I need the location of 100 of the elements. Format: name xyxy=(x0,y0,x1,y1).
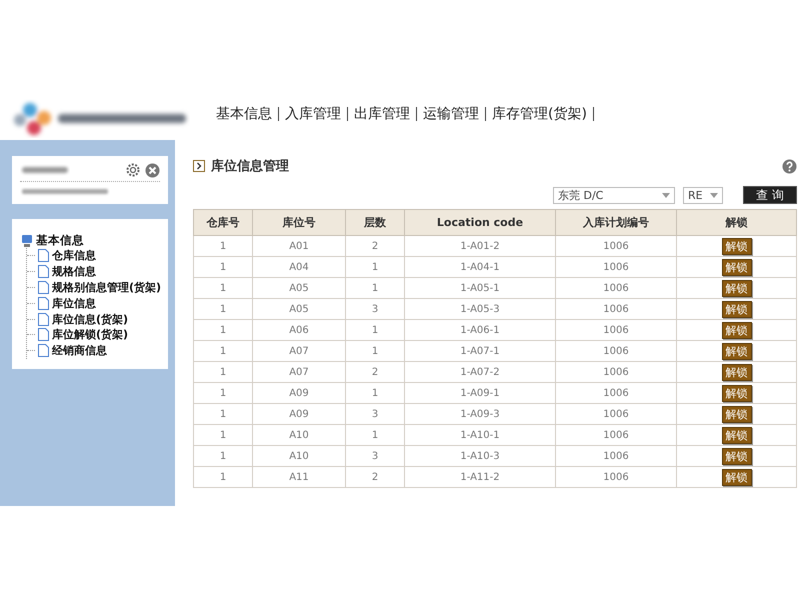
column-header: 解锁 xyxy=(676,210,796,236)
table-cell: 1006 xyxy=(556,446,676,466)
caret-icon xyxy=(662,192,670,198)
nav-link[interactable]: 库存管理(货架) xyxy=(486,104,593,122)
blurred-user-name xyxy=(20,164,70,176)
document-icon xyxy=(38,249,49,262)
table-cell: 1006 xyxy=(556,320,676,340)
table-cell: 1 xyxy=(194,446,252,466)
unlock-button[interactable]: 解锁 xyxy=(722,342,752,360)
table-cell: 1-A04-1 xyxy=(404,256,556,278)
table-cell: A07 xyxy=(252,340,346,362)
document-icon xyxy=(38,344,49,358)
table-cell: 1 xyxy=(346,424,404,446)
tree-item[interactable]: 库位信息(货架) xyxy=(52,312,128,327)
table-cell: 1-A10-1 xyxy=(404,424,556,446)
close-icon[interactable] xyxy=(145,162,160,178)
table-cell: 1 xyxy=(194,382,252,404)
table-cell: A09 xyxy=(252,382,346,404)
query-button[interactable]: 查 询 xyxy=(743,186,797,204)
table-cell: 1 xyxy=(346,256,404,278)
table-cell: 1-A07-1 xyxy=(404,340,556,362)
table-cell: 1-A11-2 xyxy=(404,466,556,488)
table-cell: 1-A10-3 xyxy=(404,446,556,466)
table-cell: 1-A01-2 xyxy=(404,236,556,256)
table-cell: A10 xyxy=(252,446,346,466)
nav-link[interactable]: 出库管理 xyxy=(348,104,416,122)
nav-link[interactable]: 基本信息 xyxy=(210,104,278,122)
unlock-button[interactable]: 解锁 xyxy=(722,426,752,444)
document-icon xyxy=(38,265,49,278)
document-icon xyxy=(38,328,49,342)
document-icon xyxy=(38,280,49,294)
tree-item[interactable]: 基本信息 xyxy=(36,233,84,248)
document-icon xyxy=(38,296,49,310)
type-dropdown[interactable]: RE xyxy=(683,186,723,204)
table-cell: 1-A09-3 xyxy=(404,404,556,424)
table-cell: A07 xyxy=(252,362,346,382)
tree-item[interactable]: 库位信息 xyxy=(52,296,96,311)
table-cell: 1006 xyxy=(556,362,676,382)
table-cell: A05 xyxy=(252,298,346,320)
table-cell: A05 xyxy=(252,278,346,298)
caret-icon xyxy=(710,192,718,198)
table-cell: 1-A07-2 xyxy=(404,362,556,382)
table-cell: 1 xyxy=(346,340,404,362)
column-header: 仓库号 xyxy=(194,210,252,236)
nav-link[interactable]: 入库管理 xyxy=(279,104,347,122)
tree-item[interactable]: 规格别信息管理(货架) xyxy=(52,280,162,295)
tree-item[interactable]: 库位解锁(货架) xyxy=(52,327,128,342)
table-cell: 1006 xyxy=(556,340,676,362)
table-cell: 1006 xyxy=(556,298,676,320)
unlock-button[interactable]: 解锁 xyxy=(722,448,752,464)
help-icon[interactable] xyxy=(782,158,797,174)
unlock-button[interactable]: 解锁 xyxy=(722,364,752,380)
unlock-button[interactable]: 解锁 xyxy=(722,258,752,276)
table-cell: 1 xyxy=(194,340,252,362)
settings-icon[interactable] xyxy=(125,162,141,178)
table-cell: A11 xyxy=(252,466,346,488)
tree-item[interactable]: 仓库信息 xyxy=(52,248,96,264)
column-header: 层数 xyxy=(346,210,404,236)
table-cell: 1006 xyxy=(556,466,676,488)
table-cell: 1-A06-1 xyxy=(404,320,556,340)
table-cell: 3 xyxy=(346,446,404,466)
table-cell: A04 xyxy=(252,256,346,278)
table-cell: 1 xyxy=(194,404,252,424)
unlock-button[interactable]: 解锁 xyxy=(722,322,752,338)
unlock-button[interactable]: 解锁 xyxy=(722,384,752,402)
unlock-button[interactable]: 解锁 xyxy=(722,300,752,318)
table-cell: 3 xyxy=(346,298,404,320)
tree-item[interactable]: 经销商信息 xyxy=(52,343,107,358)
table-cell: 1 xyxy=(194,256,252,278)
unlock-button[interactable]: 解锁 xyxy=(722,406,752,422)
table-cell: 1006 xyxy=(556,256,676,278)
table-cell: 1 xyxy=(194,298,252,320)
table-cell: 1 xyxy=(346,382,404,404)
table-cell: A10 xyxy=(252,424,346,446)
computer-icon xyxy=(20,234,34,248)
table-cell: 2 xyxy=(346,466,404,488)
table-cell: 3 xyxy=(346,404,404,424)
unlock-button[interactable]: 解锁 xyxy=(722,238,752,254)
table-cell: 1 xyxy=(346,320,404,340)
table-cell: A01 xyxy=(252,236,346,256)
table-cell: 1 xyxy=(194,278,252,298)
warehouse-dropdown[interactable]: 东莞 D/C xyxy=(553,186,675,204)
unlock-button[interactable]: 解锁 xyxy=(722,468,752,486)
table-cell: 1-A09-1 xyxy=(404,382,556,404)
table-cell: 1006 xyxy=(556,236,676,256)
table-cell: 2 xyxy=(346,236,404,256)
nav-link[interactable]: 运输管理 xyxy=(417,104,485,122)
table-cell: 1 xyxy=(194,424,252,446)
table-cell: 1-A05-1 xyxy=(404,278,556,298)
table-cell: 1006 xyxy=(556,404,676,424)
tree-item[interactable]: 规格信息 xyxy=(52,264,96,280)
column-header: Location code xyxy=(404,210,556,236)
table-cell: 1 xyxy=(194,320,252,340)
table-cell: 1 xyxy=(194,466,252,488)
column-header: 入库计划编号 xyxy=(556,210,676,236)
unlock-button[interactable]: 解锁 xyxy=(722,280,752,296)
table-cell: 1006 xyxy=(556,424,676,446)
table-cell: 2 xyxy=(346,362,404,382)
table-cell: 1006 xyxy=(556,278,676,298)
table-cell: A06 xyxy=(252,320,346,340)
